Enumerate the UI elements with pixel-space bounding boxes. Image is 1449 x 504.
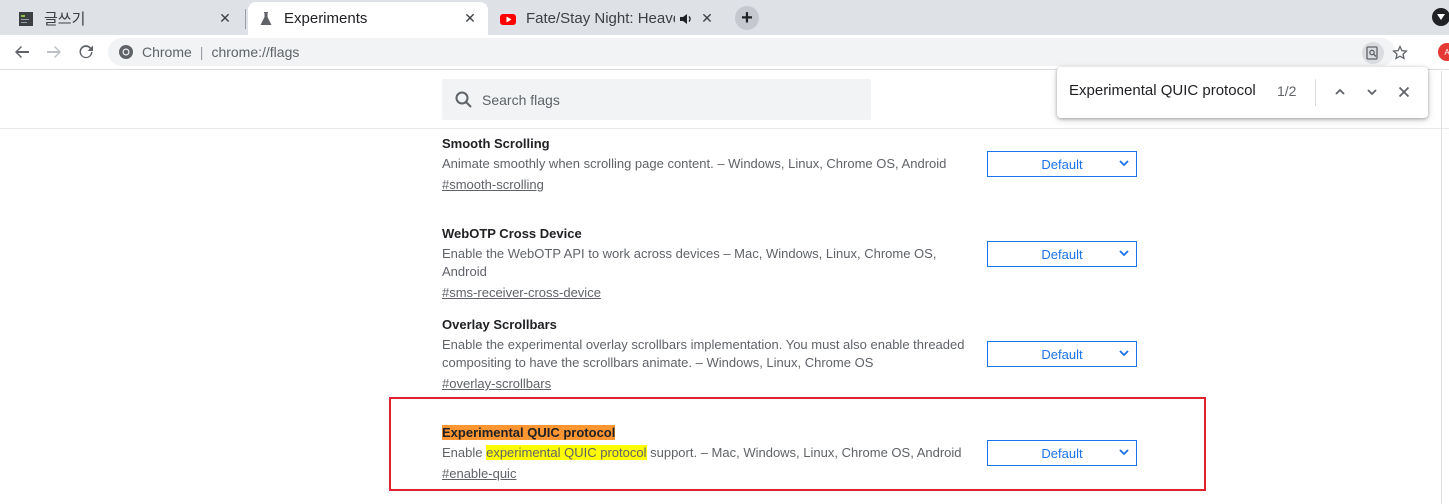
star-icon <box>1392 45 1408 60</box>
flag-permalink[interactable]: #smooth-scrolling <box>442 176 544 194</box>
find-match-count: 1/2 <box>1277 83 1297 99</box>
chevron-down-icon <box>1119 350 1129 357</box>
select-value: Default <box>1041 156 1083 172</box>
document-icon <box>19 11 33 26</box>
flag-select[interactable]: Default <box>987 241 1137 267</box>
tab-youtube[interactable]: Fate/Stay Night: Heaven's Feel ✕ <box>490 2 725 35</box>
flag-item-overlay-scrollbars: Overlay Scrollbars Enable the experiment… <box>442 316 1142 393</box>
tab-strip: 글쓰기 ✕ Experiments ✕ Fate/Stay Night: Hea… <box>0 0 1449 35</box>
flag-description: Enable the WebOTP API to work across dev… <box>442 246 937 279</box>
omnibox-divider: | <box>199 44 204 60</box>
magnifier-page-icon <box>1366 46 1378 60</box>
find-previous-button[interactable] <box>1329 81 1351 103</box>
chrome-icon <box>119 45 133 59</box>
flag-item-smooth-scrolling: Smooth Scrolling Animate smoothly when s… <box>442 135 1142 194</box>
chevron-down-icon <box>1119 160 1129 167</box>
flag-name: Overlay Scrollbars <box>442 317 557 332</box>
youtube-icon <box>500 13 516 25</box>
flags-page: Smooth Scrolling Animate smoothly when s… <box>0 71 1449 504</box>
chevron-down-icon <box>1367 89 1377 96</box>
toolbar: Chrome | chrome://flags A <box>0 35 1449 70</box>
back-button[interactable] <box>9 39 35 65</box>
site-label: Chrome <box>142 44 192 60</box>
extension-icon[interactable]: A <box>1438 43 1449 61</box>
tab-divider <box>245 9 246 29</box>
close-icon[interactable]: ✕ <box>462 10 478 27</box>
address-bar[interactable]: Chrome | chrome://flags <box>108 38 1408 66</box>
close-icon <box>1398 86 1410 98</box>
tab-title: 글쓰기 <box>44 11 86 28</box>
close-icon[interactable]: ✕ <box>699 10 715 27</box>
tab-experiments[interactable]: Experiments ✕ <box>248 2 488 35</box>
find-input[interactable]: Experimental QUIC protocol <box>1069 82 1265 99</box>
find-bar: Experimental QUIC protocol 1/2 <box>1057 67 1428 118</box>
find-in-page-button[interactable] <box>1362 42 1384 64</box>
search-box[interactable] <box>442 79 871 120</box>
flag-description: Animate smoothly when scrolling page con… <box>442 156 947 171</box>
tab-title: Fate/Stay Night: Heaven's Feel <box>526 10 675 27</box>
reload-button[interactable] <box>73 39 99 65</box>
flag-select[interactable]: Default <box>987 341 1137 367</box>
flag-select[interactable]: Default <box>987 151 1137 177</box>
find-close-button[interactable] <box>1393 81 1415 103</box>
find-query: Experimental QUIC protocol <box>1069 82 1256 99</box>
flag-permalink[interactable]: #sms-receiver-cross-device <box>442 284 601 302</box>
forward-button[interactable] <box>41 39 67 65</box>
tab-title: Experiments <box>284 10 368 27</box>
back-arrow-icon <box>15 46 29 58</box>
bookmark-button[interactable] <box>1389 42 1411 64</box>
tab-search-icon[interactable] <box>1432 8 1449 26</box>
forward-arrow-icon <box>47 46 61 58</box>
reload-icon <box>79 45 93 59</box>
flag-description: Enable the experimental overlay scrollba… <box>442 337 965 370</box>
new-tab-button[interactable]: + <box>735 6 759 30</box>
tab-writing[interactable]: 글쓰기 ✕ <box>8 2 243 35</box>
close-icon[interactable]: ✕ <box>217 10 233 27</box>
search-icon <box>455 91 472 108</box>
scrollbar-track[interactable] <box>1441 71 1442 504</box>
chevron-down-icon <box>1119 250 1129 257</box>
search-input[interactable] <box>482 91 842 108</box>
select-value: Default <box>1041 346 1083 362</box>
flag-permalink[interactable]: #overlay-scrollbars <box>442 375 551 393</box>
flask-icon <box>260 11 272 25</box>
annotation-highlight-box <box>389 397 1206 491</box>
select-value: Default <box>1041 246 1083 262</box>
speaker-icon[interactable] <box>679 12 693 26</box>
flag-item-webotp-cross-device: WebOTP Cross Device Enable the WebOTP AP… <box>442 225 1142 302</box>
chevron-up-icon <box>1335 88 1345 95</box>
find-divider <box>1315 79 1316 106</box>
url-text[interactable]: chrome://flags <box>211 44 299 60</box>
find-next-button[interactable] <box>1361 81 1383 103</box>
